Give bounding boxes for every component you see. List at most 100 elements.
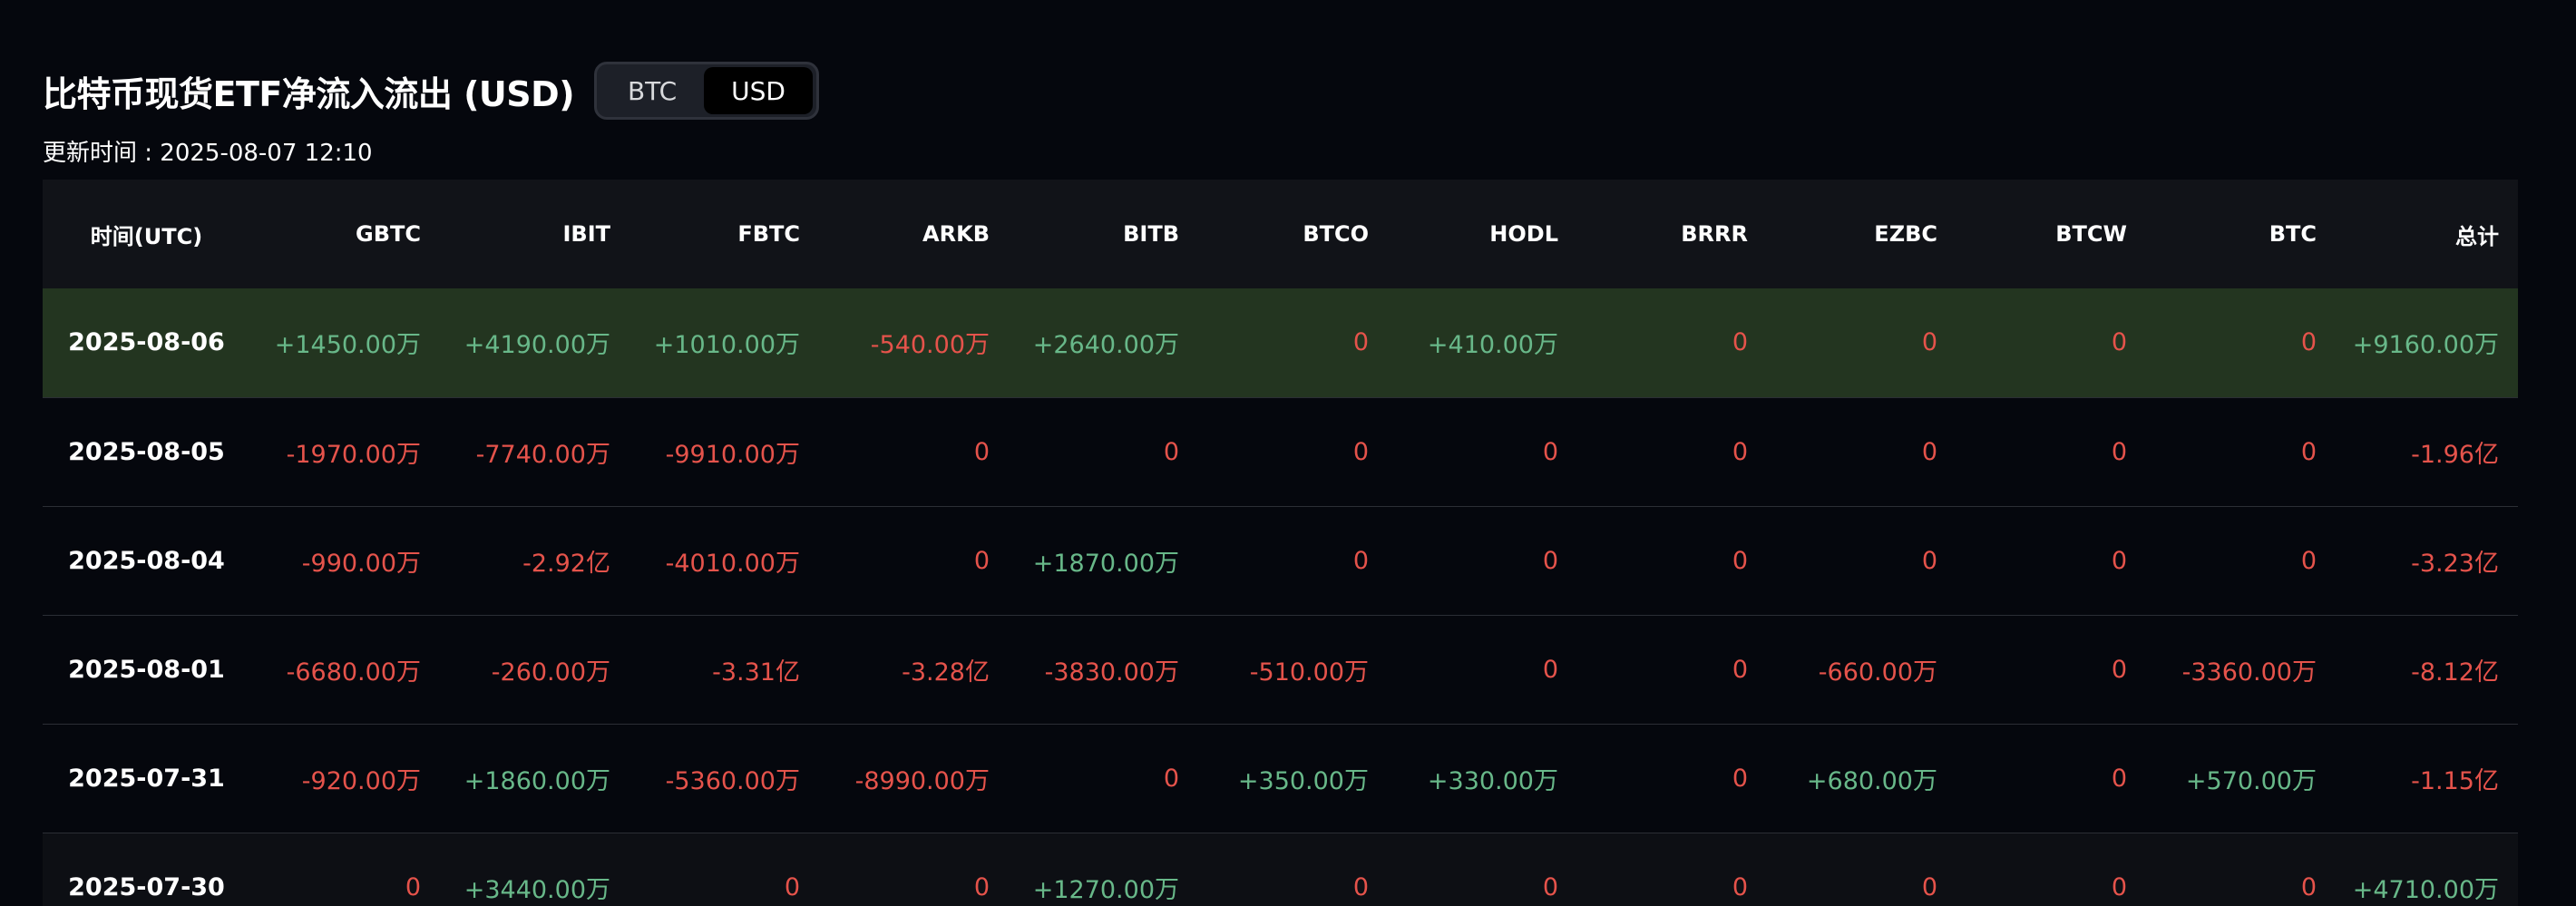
flow-cell: 0 (1767, 833, 1956, 906)
flow-cell: 0 (1009, 397, 1198, 507)
flow-cell: -5360.00万 (629, 724, 819, 833)
flow-cell: +1450.00万 (250, 288, 440, 398)
flow-cell: +330.00万 (1388, 724, 1577, 833)
flow-cell: -7740.00万 (440, 397, 629, 507)
column-header-gbtc: GBTC (250, 180, 440, 288)
toggle-usd-button[interactable]: USD (704, 67, 814, 114)
flow-cell: +4190.00万 (440, 288, 629, 398)
table-row: 2025-08-05 -1970.00万 -7740.00万 -9910.00万 0 0 0… (43, 397, 2518, 507)
column-header-btcw: BTCW (1956, 180, 2146, 288)
column-header-total: 总计 (2336, 180, 2518, 288)
row-date: 2025-08-04 (43, 506, 250, 616)
flow-cell: -3360.00万 (2146, 615, 2336, 725)
column-header-ibit: IBIT (440, 180, 629, 288)
row-total: -8.12亿 (2336, 615, 2518, 725)
flow-cell: -660.00万 (1767, 615, 1956, 725)
row-date: 2025-08-06 (43, 288, 250, 398)
flow-cell: -8990.00万 (819, 724, 1009, 833)
flow-cell: +1010.00万 (629, 288, 819, 398)
flow-cell: 0 (1577, 833, 1767, 906)
flow-cell: 0 (819, 833, 1009, 906)
flow-cell: +570.00万 (2146, 724, 2336, 833)
row-date: 2025-07-31 (43, 724, 250, 833)
flow-cell: 0 (1577, 288, 1767, 398)
flow-cell: 0 (1577, 615, 1767, 725)
flow-cell: 0 (1198, 833, 1388, 906)
toggle-btc-button[interactable]: BTC (600, 67, 704, 114)
flow-cell: +2640.00万 (1009, 288, 1198, 398)
table-row: 2025-08-06 +1450.00万 +4190.00万 +1010.00万 -54… (43, 288, 2518, 398)
flow-cell: -9910.00万 (629, 397, 819, 507)
table-row: 2025-08-04 -990.00万 -2.92亿 -4010.00万 0 +1870.… (43, 506, 2518, 616)
flow-cell: 0 (819, 397, 1009, 507)
flow-cell: 0 (1388, 397, 1577, 507)
row-date: 2025-08-01 (43, 615, 250, 725)
flow-cell: -3830.00万 (1009, 615, 1198, 725)
flow-cell: -990.00万 (250, 506, 440, 616)
flow-cell: 0 (1767, 397, 1956, 507)
row-total: +9160.00万 (2336, 288, 2518, 398)
flow-cell: 0 (1767, 506, 1956, 616)
flow-cell: +680.00万 (1767, 724, 1956, 833)
flow-cell: 0 (2146, 506, 2336, 616)
flow-cell: 0 (1388, 615, 1577, 725)
flow-cell: 0 (1388, 833, 1577, 906)
flow-cell: 0 (2146, 833, 2336, 906)
flow-cell: +3440.00万 (440, 833, 629, 906)
flow-cell: +350.00万 (1198, 724, 1388, 833)
flow-cell: 0 (1577, 506, 1767, 616)
flow-cell: -3.28亿 (819, 615, 1009, 725)
column-header-btc: BTC (2146, 180, 2336, 288)
flow-cell: -920.00万 (250, 724, 440, 833)
row-total: +4710.00万 (2336, 833, 2518, 906)
column-header-brrr: BRRR (1577, 180, 1767, 288)
flow-cell: 0 (1198, 288, 1388, 398)
flow-cell: -1970.00万 (250, 397, 440, 507)
flow-cell: +1860.00万 (440, 724, 629, 833)
flow-cell: 0 (1956, 615, 2146, 725)
flow-cell: -2.92亿 (440, 506, 629, 616)
flow-cell: -540.00万 (819, 288, 1009, 398)
updated-time: 更新时间 : 2025-08-07 12:10 (43, 140, 373, 167)
table-row: 2025-08-01 -6680.00万 -260.00万 -3.31亿 -3.28亿 -… (43, 615, 2518, 725)
flow-cell: -3.31亿 (629, 615, 819, 725)
column-header-bitb: BITB (1009, 180, 1198, 288)
page-title: 比特币现货ETF净流入流出 (USD) (43, 73, 575, 114)
flow-cell: 0 (250, 833, 440, 906)
column-header-btco: BTCO (1198, 180, 1388, 288)
flow-cell: 0 (1577, 397, 1767, 507)
row-total: -1.15亿 (2336, 724, 2518, 833)
flow-cell: 0 (1956, 833, 2146, 906)
column-header-ezbc: EZBC (1767, 180, 1956, 288)
column-header-hodl: HODL (1388, 180, 1577, 288)
flow-cell: 0 (2146, 397, 2336, 507)
column-header-arkb: ARKB (819, 180, 1009, 288)
flow-cell: 0 (1956, 724, 2146, 833)
flow-cell: -260.00万 (440, 615, 629, 725)
column-header-fbtc: FBTC (629, 180, 819, 288)
table-header-row: 时间(UTC) GBTC IBIT FBTC ARKB BITB BTCO HODL BRRR E… (43, 180, 2518, 288)
flow-cell: 0 (629, 833, 819, 906)
flow-cell: 0 (1956, 288, 2146, 398)
flow-cell: -4010.00万 (629, 506, 819, 616)
row-date: 2025-08-05 (43, 397, 250, 507)
flow-cell: 0 (1198, 506, 1388, 616)
flow-cell: 0 (1767, 288, 1956, 398)
flow-cell: -510.00万 (1198, 615, 1388, 725)
column-header-date: 时间(UTC) (43, 180, 250, 288)
unit-toggle: BTC USD (594, 62, 820, 120)
flow-cell: 0 (819, 506, 1009, 616)
etf-flow-table: 时间(UTC) GBTC IBIT FBTC ARKB BITB BTCO HODL BRRR E… (43, 180, 2518, 906)
flow-cell: +1270.00万 (1009, 833, 1198, 906)
flow-cell: -6680.00万 (250, 615, 440, 725)
flow-cell: 0 (1577, 724, 1767, 833)
row-date: 2025-07-30 (43, 833, 250, 906)
table-row: 2025-07-31 -920.00万 +1860.00万 -5360.00万 -899… (43, 724, 2518, 833)
flow-cell: 0 (1388, 506, 1577, 616)
row-total: -3.23亿 (2336, 506, 2518, 616)
table-body: 2025-08-06 +1450.00万 +4190.00万 +1010.00万 -54… (43, 288, 2518, 906)
etf-flow-page: 比特币现货ETF净流入流出 (USD) BTC USD 更新时间 : 2025-… (0, 0, 2576, 906)
header: 比特币现货ETF净流入流出 (USD) BTC USD (43, 62, 820, 120)
flow-cell: 0 (1198, 397, 1388, 507)
flow-cell: +410.00万 (1388, 288, 1577, 398)
